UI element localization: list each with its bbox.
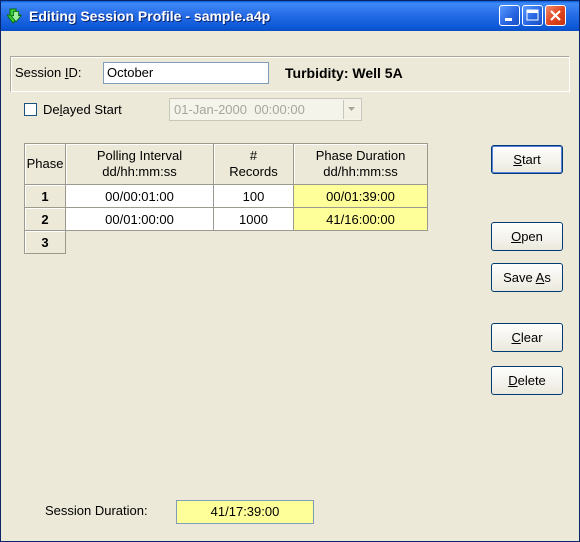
app-arrow-icon bbox=[7, 8, 23, 24]
header-phase-duration: Phase Duration dd/hh:mm:ss bbox=[293, 143, 428, 185]
empty-cell bbox=[214, 231, 294, 254]
close-icon bbox=[550, 10, 561, 21]
delayed-start-label[interactable]: Delayed Start bbox=[43, 102, 122, 117]
phase-cell[interactable]: 1 bbox=[24, 184, 66, 208]
chevron-down-icon bbox=[348, 107, 355, 111]
phase-duration-cell: 00/01:39:00 bbox=[293, 184, 428, 208]
close-button[interactable] bbox=[545, 5, 566, 26]
header-polling-interval: Polling Interval dd/hh:mm:ss bbox=[65, 143, 214, 185]
maximize-icon bbox=[526, 9, 539, 21]
session-id-input[interactable]: October bbox=[103, 62, 269, 84]
phase-duration-cell: 41/16:00:00 bbox=[293, 207, 428, 231]
records-cell[interactable]: 100 bbox=[213, 184, 294, 208]
table-row: 2 00/01:00:00 1000 41/16:00:00 bbox=[24, 207, 428, 231]
maximize-button[interactable] bbox=[522, 5, 543, 26]
phase-cell[interactable]: 2 bbox=[24, 207, 66, 231]
window-title: Editing Session Profile - sample.a4p bbox=[29, 8, 271, 24]
table-row: 1 00/00:01:00 100 00/01:39:00 bbox=[24, 184, 428, 208]
start-datetime-picker[interactable]: 01-Jan-2000 00:00:00 bbox=[169, 98, 362, 121]
delayed-start-checkbox[interactable] bbox=[24, 103, 37, 116]
header-phase: Phase bbox=[24, 143, 66, 185]
dropdown-arrow-button[interactable] bbox=[343, 100, 360, 119]
session-duration-label: Session Duration: bbox=[45, 503, 148, 518]
minimize-icon bbox=[505, 18, 512, 21]
records-cell[interactable]: 1000 bbox=[213, 207, 294, 231]
phase-cell[interactable]: 3 bbox=[24, 230, 66, 254]
delete-button[interactable]: Delete bbox=[491, 366, 563, 395]
session-id-label: Session ID: bbox=[15, 65, 82, 80]
start-button[interactable]: Start bbox=[491, 145, 563, 174]
title-bar[interactable]: Editing Session Profile - sample.a4p bbox=[1, 1, 579, 31]
session-profile-window: Editing Session Profile - sample.a4p Ses… bbox=[0, 0, 580, 542]
phase-grid: Phase Polling Interval dd/hh:mm:ss # Recor… bbox=[24, 143, 428, 254]
clear-button[interactable]: Clear bbox=[491, 323, 563, 352]
session-duration-value: 41/17:39:00 bbox=[176, 500, 314, 524]
empty-cell bbox=[66, 231, 214, 254]
header-records: # Records bbox=[213, 143, 294, 185]
polling-interval-cell[interactable]: 00/00:01:00 bbox=[65, 184, 214, 208]
open-button[interactable]: Open bbox=[491, 222, 563, 251]
minimize-button[interactable] bbox=[499, 5, 520, 26]
start-datetime-value: 01-Jan-2000 00:00:00 bbox=[174, 102, 305, 117]
profile-name-label: Turbidity: Well 5A bbox=[285, 65, 403, 81]
polling-interval-cell[interactable]: 00/01:00:00 bbox=[65, 207, 214, 231]
table-row: 3 bbox=[24, 230, 428, 254]
save-as-button[interactable]: Save As bbox=[491, 263, 563, 292]
empty-cell bbox=[294, 231, 428, 254]
